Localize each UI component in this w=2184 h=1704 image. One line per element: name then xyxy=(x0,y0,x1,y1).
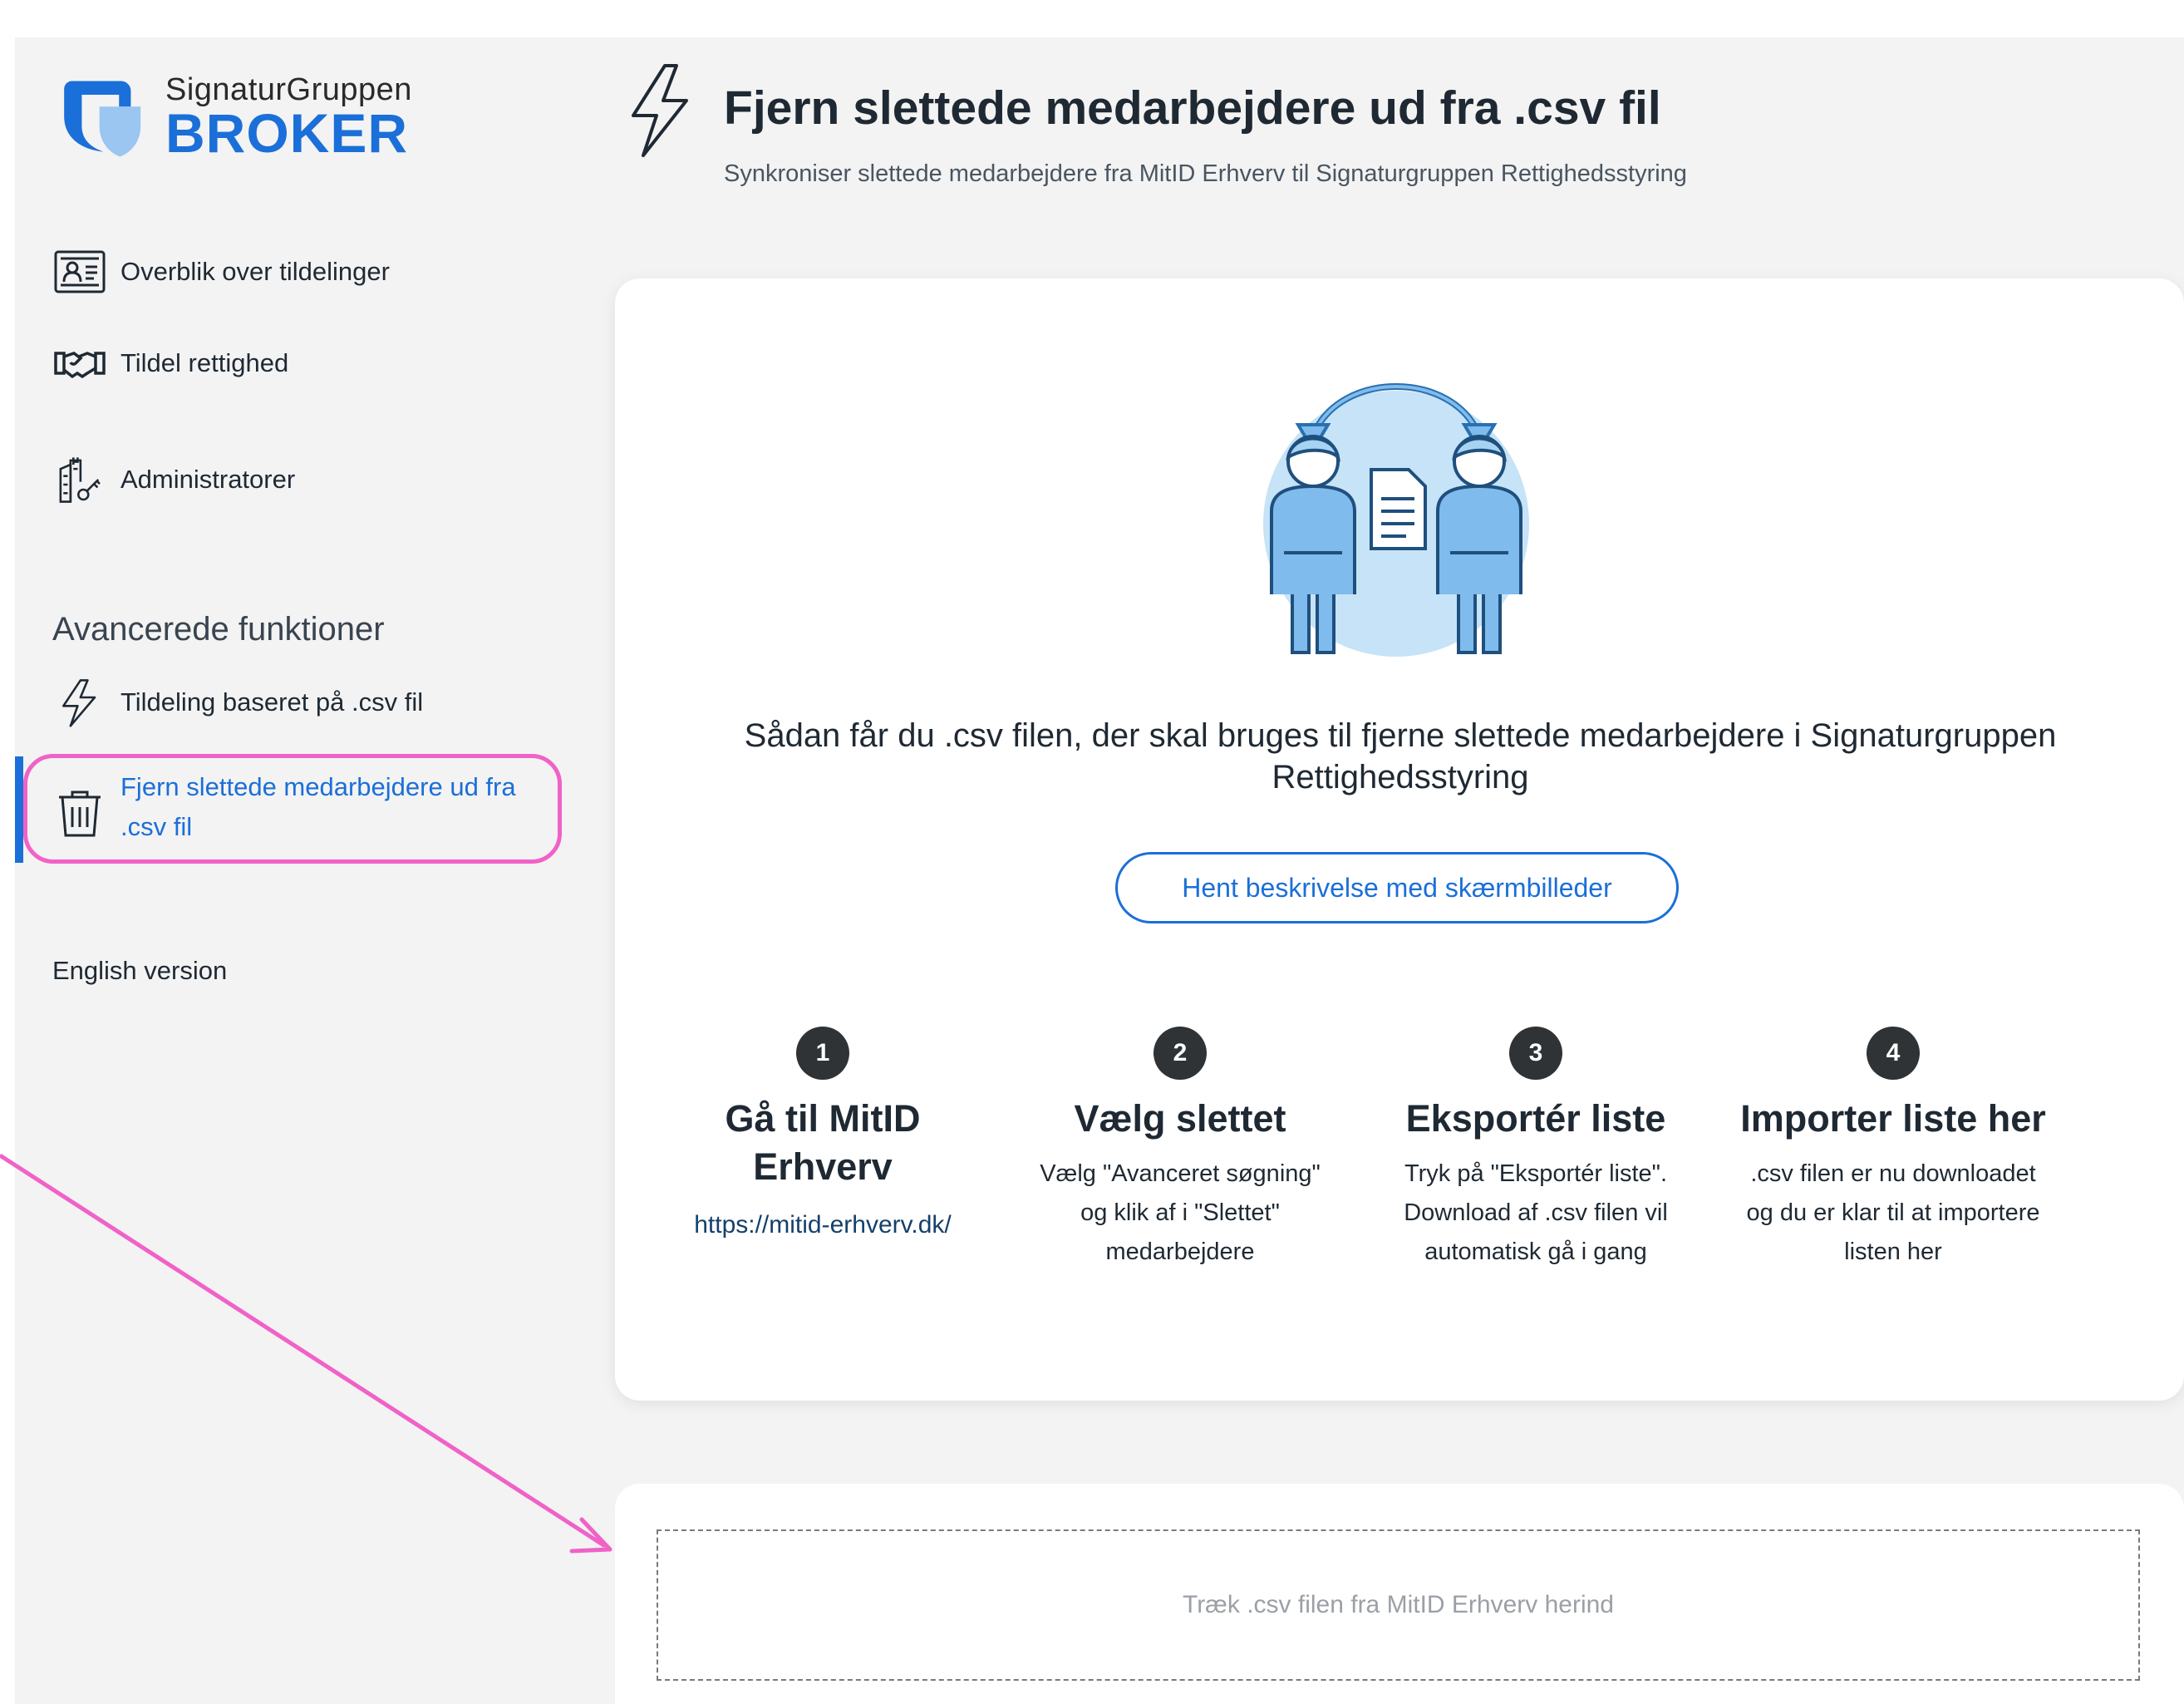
employees-exchange-illustration xyxy=(1263,383,1529,657)
logo-title: BROKER xyxy=(165,102,409,164)
steps-row: 1 Gå til MitID Erhverv https://mitid-erh… xyxy=(665,1027,2094,1293)
sidebar-item-csv-assign[interactable]: Tildeling baseret på .csv fil xyxy=(52,676,423,729)
csv-dropzone[interactable]: Træk .csv filen fra MitID Erhverv herind xyxy=(657,1529,2140,1681)
id-card-icon xyxy=(52,245,111,298)
sidebar-item-label: Administratorer xyxy=(121,465,296,494)
step-4: 4 Importer liste her .csv filen er nu do… xyxy=(1735,1027,2051,1272)
step-title: Gå til MitID Erhverv xyxy=(725,1097,921,1188)
step-description: .csv filen er nu downloadet og du er kla… xyxy=(1746,1160,2040,1265)
mitid-erhverv-link[interactable]: https://mitid-erhverv.dk/ xyxy=(665,1206,981,1244)
sidebar-item-label: Tildel rettighed xyxy=(121,348,289,377)
step-number: 1 xyxy=(796,1027,849,1080)
english-version-link[interactable]: English version xyxy=(52,956,227,986)
page-subtitle: Synkroniser slettede medarbejdere fra Mi… xyxy=(724,160,1687,187)
instructions-heading: Sådan får du .csv filen, der skal bruges… xyxy=(744,717,2057,795)
step-number: 2 xyxy=(1153,1027,1207,1080)
step-description: Vælg "Avanceret søgning" og klik af i "S… xyxy=(1040,1160,1321,1265)
trash-icon xyxy=(52,784,107,839)
page-title: Fjern slettede medarbejdere ud fra .csv … xyxy=(724,81,1661,135)
shield-logo-icon xyxy=(64,81,141,157)
brand-logo[interactable]: SignaturGruppen BROKER xyxy=(52,62,412,170)
sidebar-item-overview[interactable]: Overblik over tildelinger xyxy=(52,245,390,298)
step-number: 3 xyxy=(1509,1027,1562,1080)
step-1: 1 Gå til MitID Erhverv https://mitid-erh… xyxy=(665,1027,981,1244)
step-2: 2 Vælg slettet Vælg "Avanceret søgning" … xyxy=(1022,1027,1338,1272)
get-description-button[interactable]: Hent beskrivelse med skærmbilleder xyxy=(1115,852,1679,923)
sidebar-item-assign[interactable]: Tildel rettighed xyxy=(52,337,288,390)
active-indicator xyxy=(15,756,23,863)
step-title: Eksportér liste xyxy=(1405,1097,1666,1140)
upload-card: Træk .csv filen fra MitID Erhverv herind xyxy=(615,1484,2184,1704)
building-key-icon xyxy=(52,453,111,506)
section-title-advanced: Avancerede funktioner xyxy=(52,611,385,648)
step-title: Importer liste her xyxy=(1740,1097,2046,1140)
lightning-icon xyxy=(632,64,688,157)
sidebar-item-remove-deleted[interactable]: Fjern slettede medarbejdere ud fra .csv … xyxy=(52,767,553,847)
sidebar: SignaturGruppen BROKER Overblik over til… xyxy=(15,37,563,1704)
step-title: Vælg slettet xyxy=(1074,1097,1286,1140)
instructions-card: Sådan får du .csv filen, der skal bruges… xyxy=(615,278,2184,1401)
handshake-icon xyxy=(52,337,111,390)
sidebar-item-admins[interactable]: Administratorer xyxy=(52,453,295,506)
step-number: 4 xyxy=(1867,1027,1920,1080)
sidebar-item-label: Fjern slettede medarbejdere ud fra .csv … xyxy=(121,772,516,841)
sidebar-item-label: Tildeling baseret på .csv fil xyxy=(121,687,424,717)
app-window: SignaturGruppen BROKER Overblik over til… xyxy=(15,37,2184,1704)
step-description: Tryk på "Eksportér liste". Download af .… xyxy=(1404,1160,1668,1265)
dropzone-placeholder: Træk .csv filen fra MitID Erhverv herind xyxy=(1182,1591,1614,1618)
sidebar-item-label: Overblik over tildelinger xyxy=(121,257,390,286)
step-3: 3 Eksportér liste Tryk på "Eksportér lis… xyxy=(1378,1027,1694,1272)
lightning-icon xyxy=(52,676,111,729)
logo-subtitle: SignaturGruppen xyxy=(165,72,412,107)
